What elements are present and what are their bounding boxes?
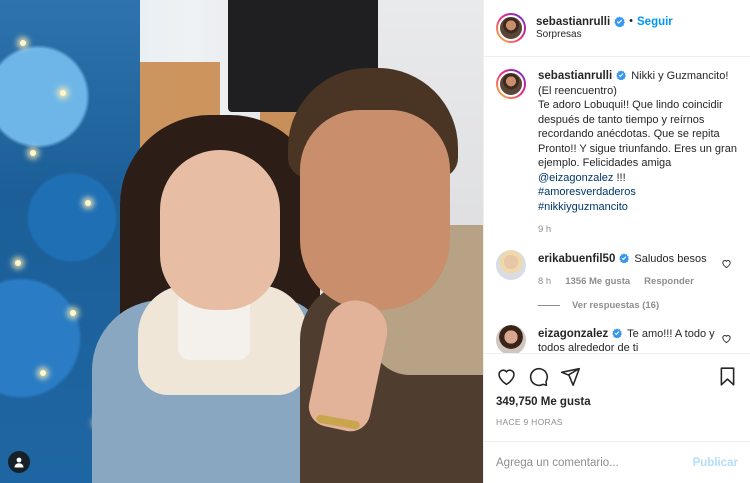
tree-light — [20, 40, 26, 46]
caption-exclaim: !!! — [616, 171, 626, 184]
verified-badge-icon — [619, 252, 630, 263]
hashtag-link[interactable]: #amoresverdaderos — [538, 185, 738, 200]
commenter-username[interactable]: eizagonzalez — [538, 328, 608, 340]
caption-time[interactable]: 9 h — [538, 223, 551, 238]
view-replies-label: Ver respuestas (16) — [572, 299, 660, 311]
mention-link[interactable]: @eizagonzalez — [538, 172, 613, 184]
verified-badge-icon — [614, 16, 626, 28]
caption-line2: Te adoro Lobuqui!! Que lindo coincidir d… — [538, 99, 737, 169]
comment-time[interactable]: 8 h — [538, 275, 551, 290]
post-timestamp[interactable]: HACE 9 HORAS — [496, 417, 738, 427]
heart-icon[interactable] — [496, 366, 517, 387]
follow-button[interactable]: Seguir — [637, 15, 673, 29]
hashtag-link[interactable]: #nikkiyguzmancito — [538, 200, 738, 215]
bookmark-icon[interactable] — [717, 366, 738, 387]
photo-woman-face — [160, 150, 280, 310]
caption-username[interactable]: sebastianrulli — [538, 70, 612, 82]
tree-light — [30, 150, 36, 156]
post-photo[interactable] — [0, 0, 483, 483]
post-sidebar: sebastianrulli • Seguir Sorpresas sebast… — [483, 0, 750, 483]
tree-light — [60, 90, 66, 96]
publish-button[interactable]: Publicar — [693, 457, 738, 469]
like-count[interactable]: 349,750 Me gusta — [496, 396, 738, 408]
tree-light — [15, 260, 21, 266]
comment-item: eizagonzalez Te amo!!! A todo y todos al… — [496, 324, 738, 353]
tree-light — [85, 200, 91, 206]
commenter-avatar[interactable] — [496, 249, 526, 280]
commenter-username[interactable]: erikabuenfil50 — [538, 253, 615, 265]
commenter-avatar[interactable] — [496, 324, 526, 353]
comment-likes[interactable]: 1356 Me gusta — [565, 275, 630, 290]
instagram-post: sebastianrulli • Seguir Sorpresas sebast… — [0, 0, 750, 483]
separator-dot: • — [629, 14, 633, 27]
person-icon — [14, 457, 24, 468]
comment-text: Saludos besos — [634, 252, 707, 265]
view-replies-button[interactable]: Ver respuestas (16) — [538, 300, 738, 311]
reply-button[interactable]: Responder — [644, 275, 694, 290]
comment-like-heart-icon[interactable] — [721, 258, 732, 269]
replies-line — [538, 304, 560, 306]
tree-light — [70, 310, 76, 316]
author-avatar[interactable] — [496, 13, 526, 43]
author-username[interactable]: sebastianrulli — [536, 15, 610, 29]
user-tag-icon[interactable] — [8, 451, 30, 473]
verified-badge-icon — [616, 70, 627, 80]
caption-author-avatar[interactable] — [496, 69, 526, 99]
tree-light — [40, 370, 46, 376]
comment-like-heart-icon[interactable] — [721, 333, 732, 344]
post-actions: 349,750 Me gusta HACE 9 HORAS — [484, 353, 750, 441]
share-icon[interactable] — [560, 366, 581, 387]
comment-item: erikabuenfil50 Saludos besos 8 h 1356 Me… — [496, 249, 738, 290]
comments-list[interactable]: sebastianrulli Nikki y Guzmancito! (El r… — [484, 57, 750, 353]
post-header: sebastianrulli • Seguir Sorpresas — [484, 0, 750, 57]
photo-man-face — [300, 110, 450, 310]
caption: sebastianrulli Nikki y Guzmancito! (El r… — [496, 69, 738, 238]
comment-input[interactable] — [496, 456, 693, 469]
verified-badge-icon — [612, 327, 623, 338]
post-location[interactable]: Sorpresas — [536, 29, 673, 42]
add-comment-bar: Publicar — [484, 441, 750, 483]
comment-icon[interactable] — [528, 366, 549, 387]
